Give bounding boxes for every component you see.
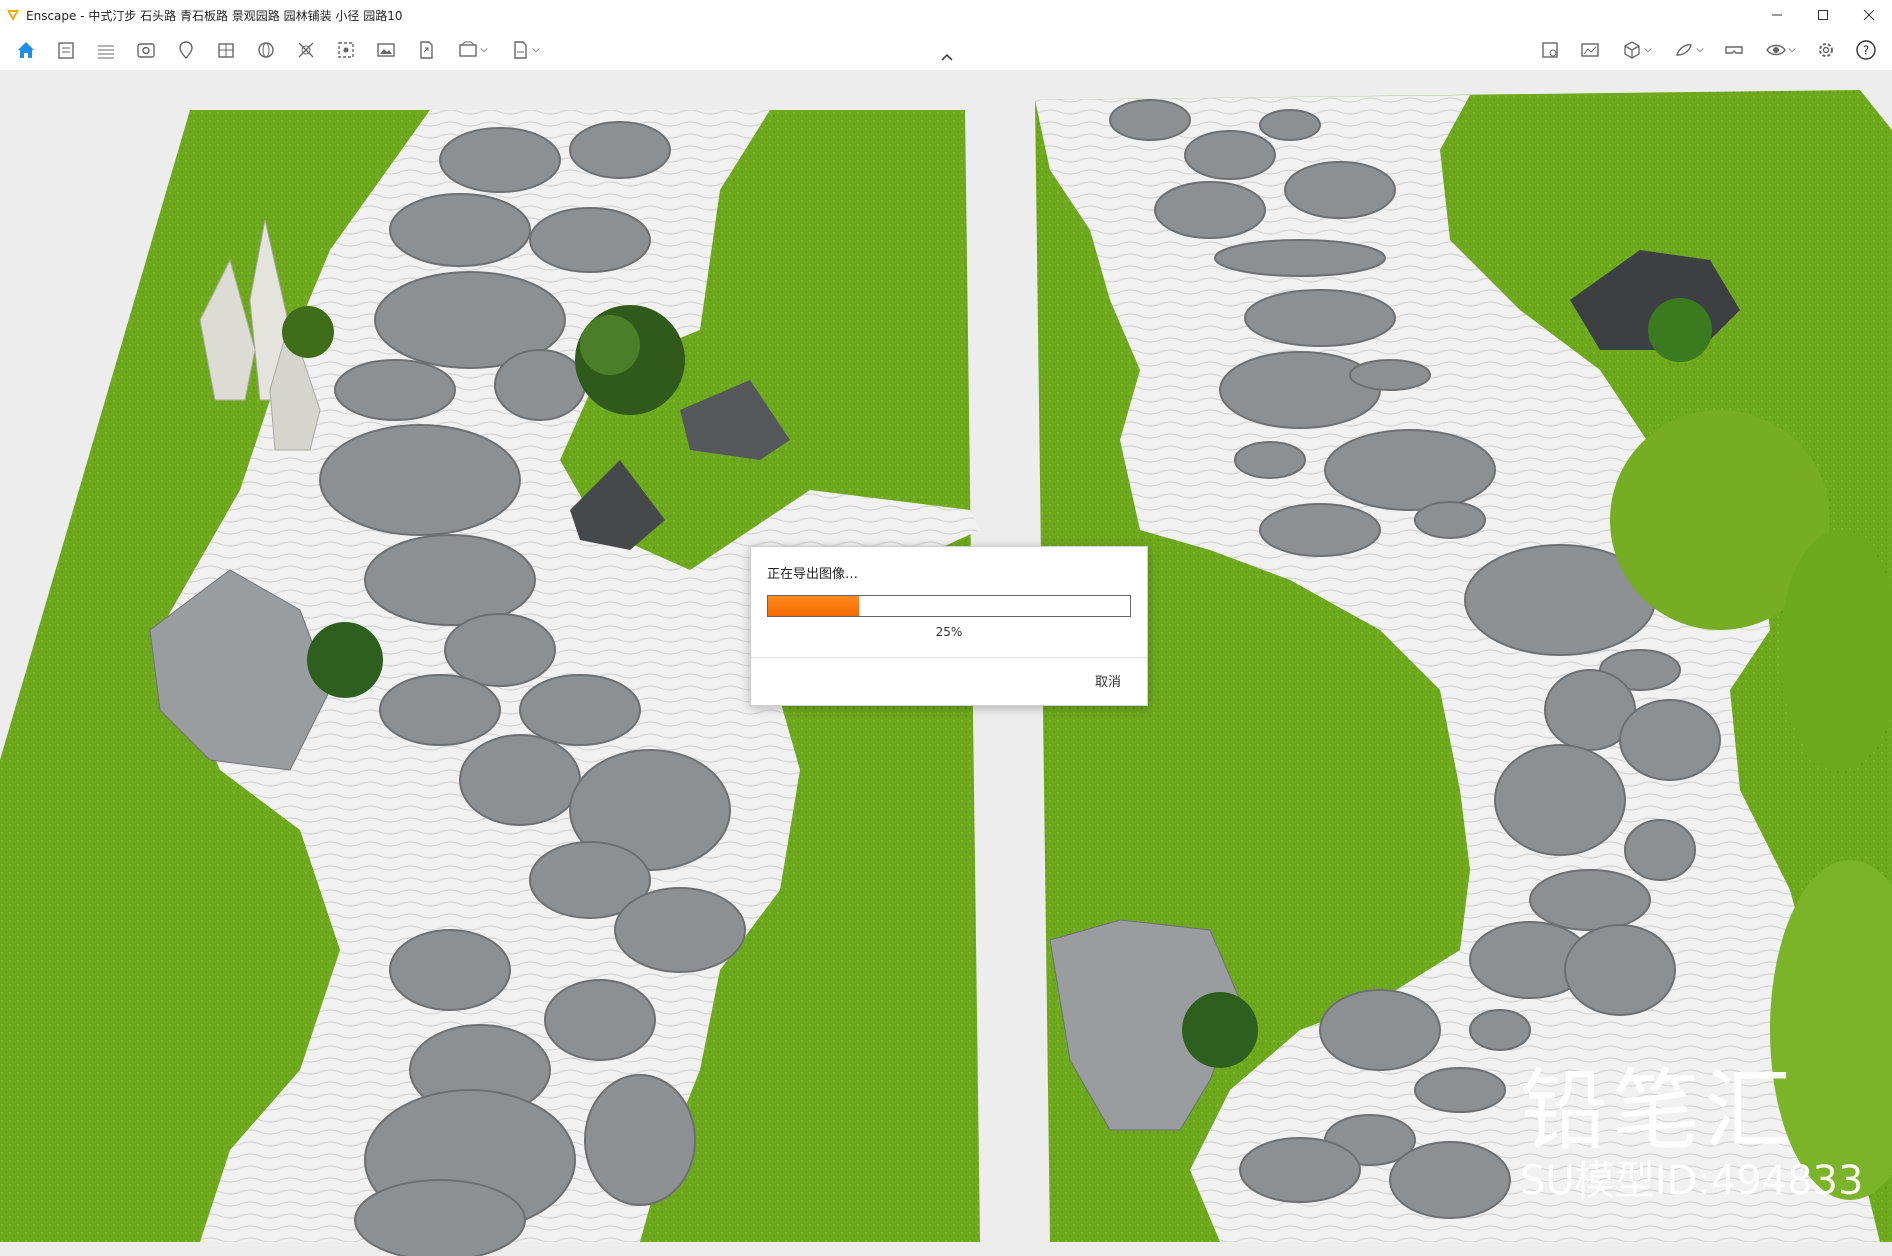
export-button[interactable]	[412, 36, 440, 64]
visual-settings-dropdown[interactable]	[1760, 36, 1800, 64]
export-icon	[420, 41, 433, 59]
toolbar-left-group	[6, 30, 550, 70]
panorama-icon	[258, 42, 274, 58]
cube-dropdown[interactable]	[1616, 36, 1656, 64]
help-icon: ?	[1856, 40, 1876, 60]
map-pin-button[interactable]	[172, 36, 200, 64]
image-view-icon	[1581, 43, 1599, 57]
collapse-toolbar-icon[interactable]	[940, 52, 954, 62]
batch-render-icon	[218, 43, 234, 58]
svg-text:?: ?	[1863, 44, 1869, 58]
chevron-down-icon	[480, 48, 488, 53]
help-button[interactable]: ?	[1852, 36, 1880, 64]
asset-library-button[interactable]	[52, 36, 80, 64]
screenshot-icon	[338, 42, 354, 58]
chevron-down-icon	[1788, 48, 1796, 53]
maximize-button[interactable]	[1800, 0, 1846, 30]
close-button[interactable]	[1846, 0, 1892, 30]
view-button[interactable]	[132, 36, 160, 64]
panorama-button[interactable]	[252, 36, 280, 64]
toolbar-right-group: ?	[1530, 30, 1886, 70]
progress-bar	[767, 595, 1131, 617]
batch-render-button[interactable]	[212, 36, 240, 64]
map-pin-icon	[179, 41, 193, 59]
vr-headset-icon	[1725, 46, 1743, 54]
export-message: 正在导出图像…	[767, 567, 859, 582]
asset-library-icon	[58, 42, 74, 59]
home-icon	[18, 42, 34, 58]
watermark-model-id: SU模型ID:494833	[1520, 1158, 1864, 1204]
bim-icon	[98, 45, 114, 59]
vr-headset-button[interactable]	[1720, 36, 1748, 64]
video-editor-icon	[298, 42, 314, 58]
settings-button[interactable]	[1812, 36, 1840, 64]
material-editor-icon	[1542, 42, 1558, 58]
window-title: Enscape - 中式汀步 石头路 青石板路 景观园路 园林铺装 小径 园路1…	[26, 8, 403, 23]
sun-icon	[1676, 44, 1692, 56]
exe-icon	[514, 41, 527, 59]
screenshot-button[interactable]	[332, 36, 360, 64]
cancel-button[interactable]: 取消	[1095, 671, 1121, 690]
progress-bar-fill	[768, 596, 859, 616]
exe-dropdown[interactable]	[504, 36, 544, 64]
enscape-logo-icon	[7, 10, 19, 21]
chevron-down-icon	[1696, 48, 1704, 53]
chevron-down-icon	[532, 48, 540, 53]
chevron-down-icon	[1644, 48, 1652, 53]
title-bar: Enscape - 中式汀步 石头路 青石板路 景观园路 园林铺装 小径 园路1…	[0, 0, 1892, 30]
dialog-divider	[751, 657, 1147, 658]
export-progress-dialog: 正在导出图像… 25% 取消	[750, 546, 1148, 706]
image-view-button[interactable]	[1576, 36, 1604, 64]
image-button[interactable]	[372, 36, 400, 64]
standalone-icon	[459, 41, 477, 57]
view-icon	[137, 43, 155, 58]
close-icon	[1863, 9, 1875, 21]
settings-icon	[1819, 43, 1833, 57]
home-button[interactable]	[12, 36, 40, 64]
minimize-icon	[1772, 14, 1782, 16]
image-icon	[377, 43, 395, 57]
maximize-icon	[1818, 10, 1828, 20]
video-editor-button[interactable]	[292, 36, 320, 64]
toolbar: ?	[0, 30, 1892, 71]
visual-settings-icon	[1766, 44, 1786, 56]
minimize-button[interactable]	[1754, 0, 1800, 30]
sun-dropdown[interactable]	[1668, 36, 1708, 64]
material-editor-button[interactable]	[1536, 36, 1564, 64]
cube-icon	[1624, 41, 1640, 59]
progress-percentage: 25%	[935, 625, 963, 639]
standalone-dropdown[interactable]	[452, 36, 492, 64]
bim-button[interactable]	[92, 36, 120, 64]
